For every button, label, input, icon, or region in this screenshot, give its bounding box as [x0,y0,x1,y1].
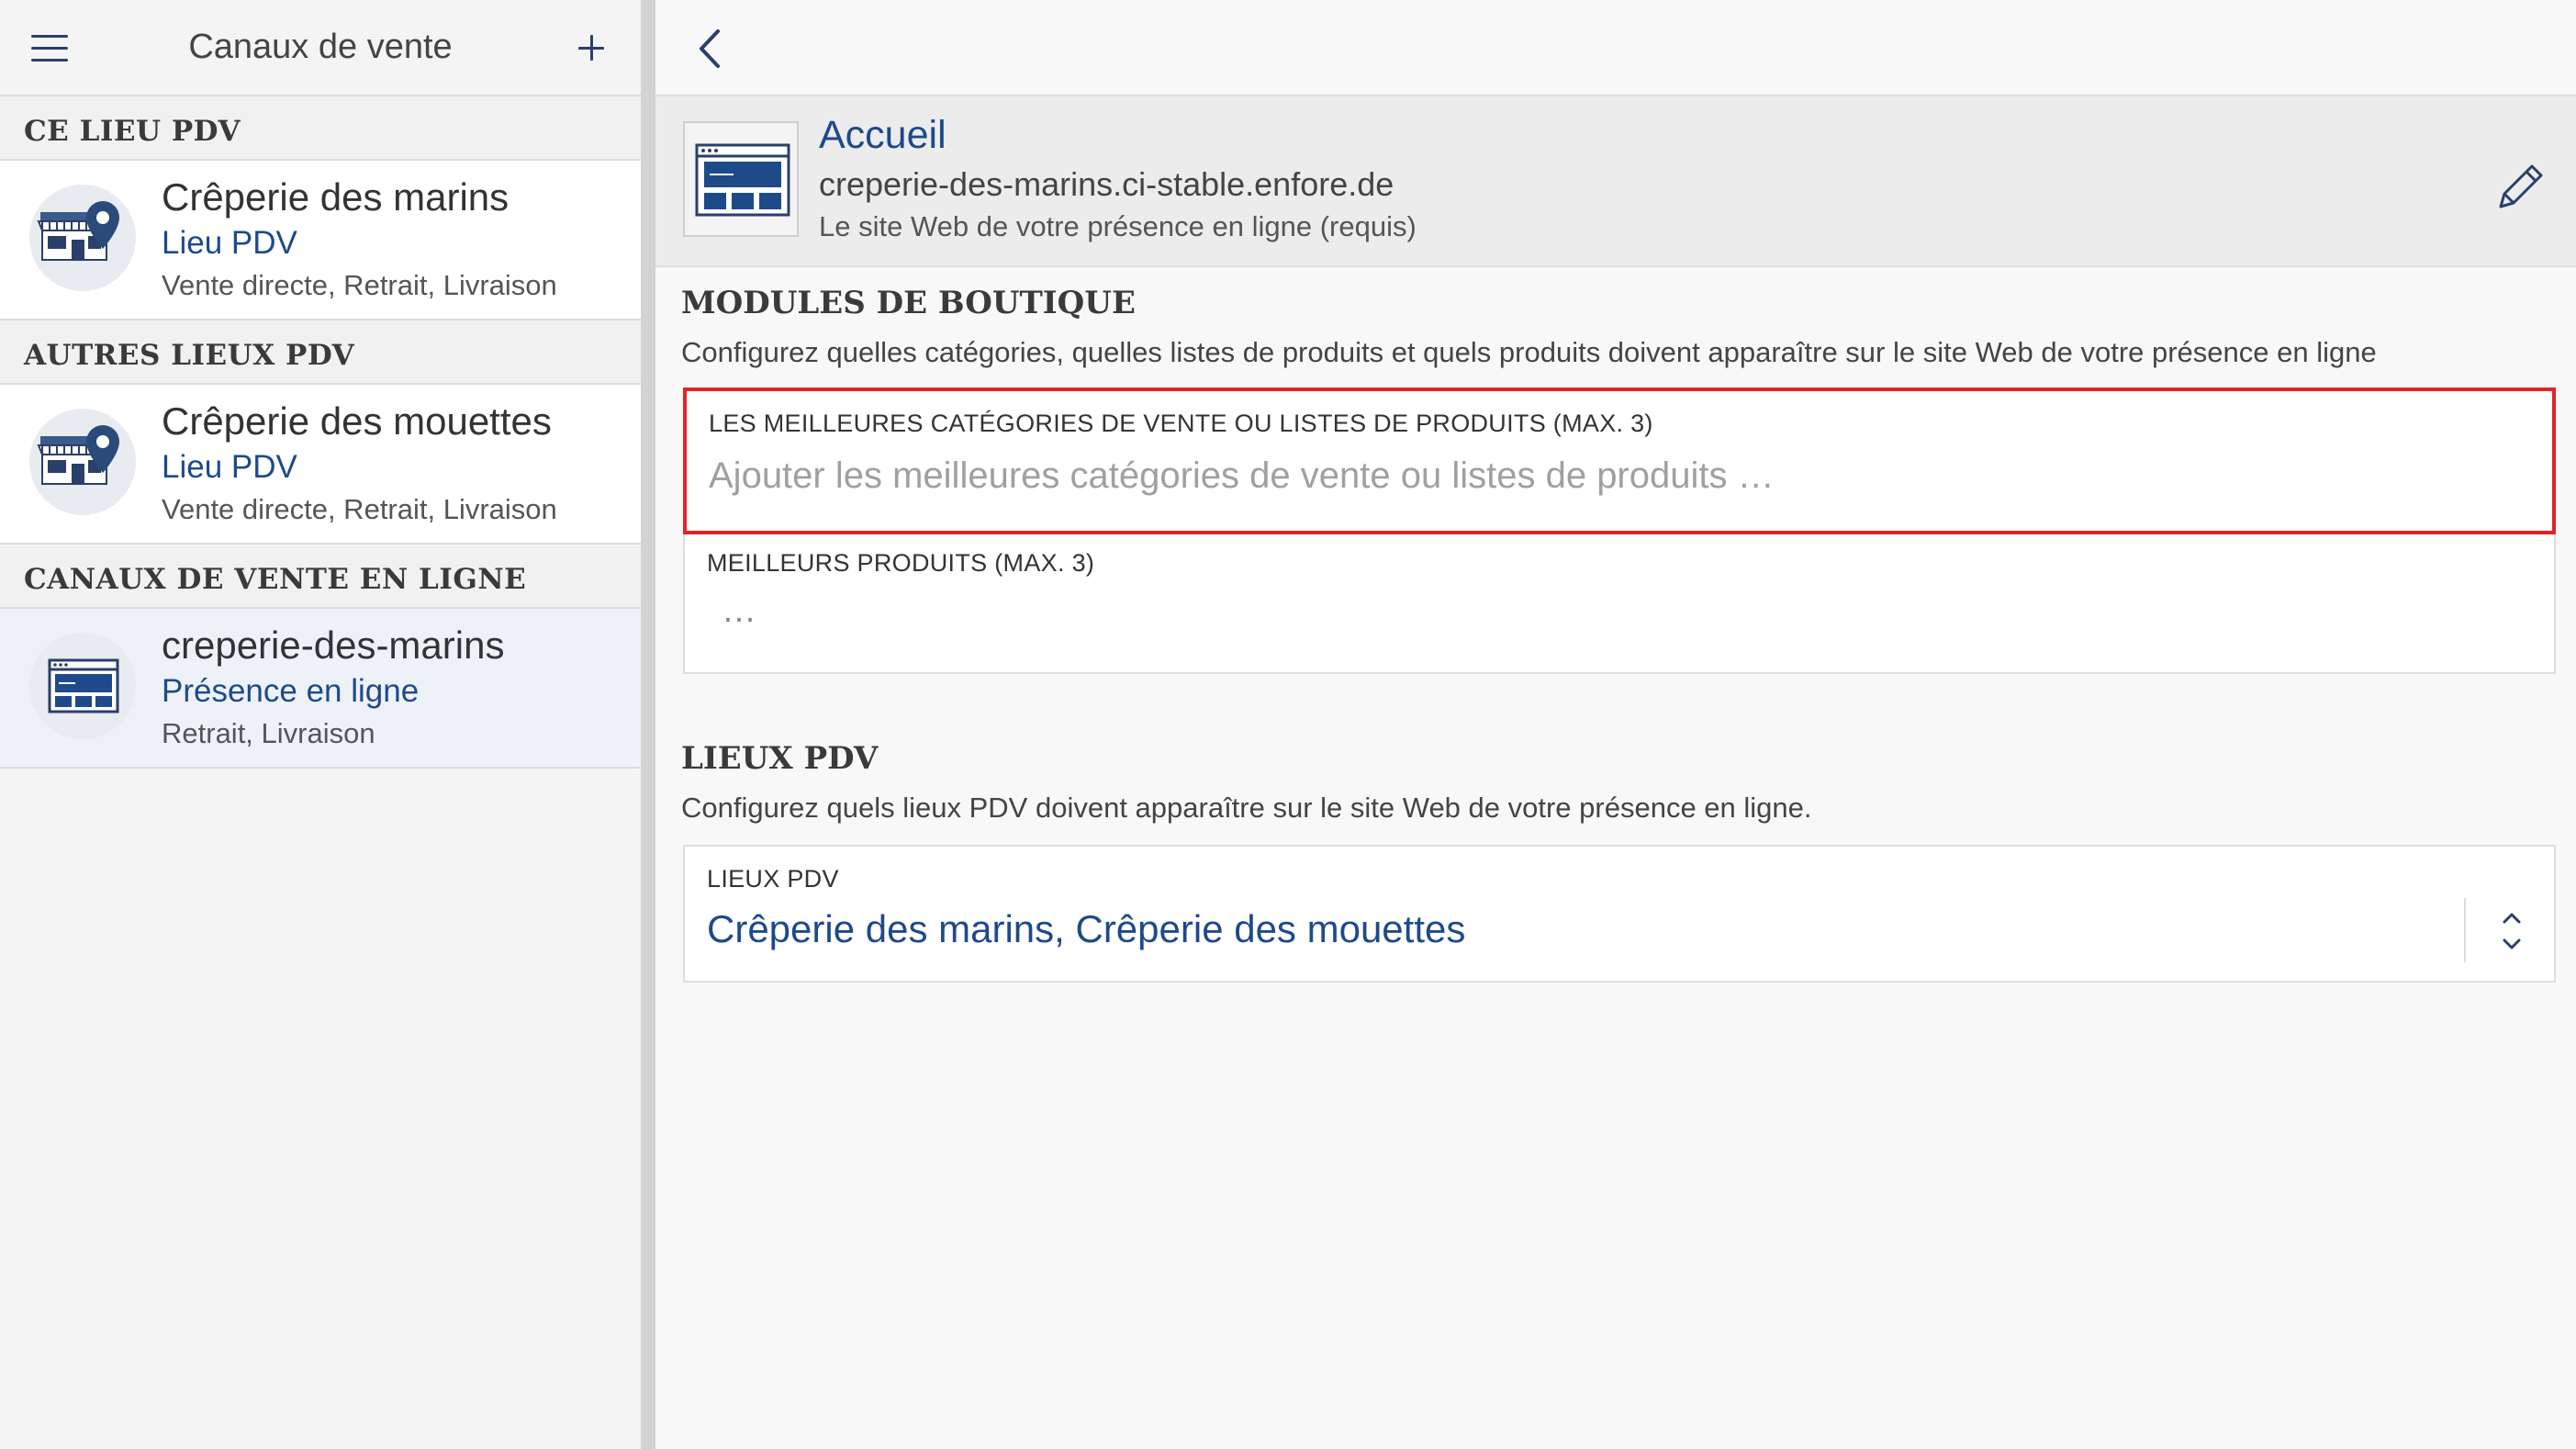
sidebar: Canaux de vente CE LIEU PDV Crêperie des… [0,0,641,1449]
channel-type: Présence en ligne [162,673,420,709]
back-chevron-icon[interactable] [692,26,729,72]
detail-header: Accueil creperie-des-marins.ci-stable.en… [655,96,2576,267]
top-categories-field[interactable]: LES MEILLEURES CATÉGORIES DE VENTE OU LI… [683,388,2556,534]
site-description: Le site Web de votre présence en ligne (… [819,210,1417,242]
add-channel-icon[interactable] [575,31,608,64]
pos-locations-heading: LIEUX PDV [681,740,879,777]
sidebar-title: Canaux de vente [188,28,453,66]
website-icon [683,121,799,237]
panel-divider[interactable] [641,0,655,1449]
section-heading-other-locations: AUTRES LIEUX PDV [0,320,641,385]
pos-locations-select[interactable]: LIEUX PDV Crêperie des marins, Crêperie … [683,845,2556,983]
channel-modes: Retrait, Livraison [162,717,375,749]
store-location-icon [29,185,136,291]
pos-locations-label: LIEUX PDV [707,865,839,893]
top-products-placeholder: … [722,591,756,630]
page-title: Accueil [819,113,946,157]
channel-item-creperie-des-marins[interactable]: Crêperie des marins Lieu PDV Vente direc… [0,161,641,320]
main-topbar [655,0,2576,96]
section-heading-online-channels: CANAUX DE VENTE EN LIGNE [0,545,641,609]
channel-modes: Vente directe, Retrait, Livraison [162,269,557,301]
channel-item-creperie-des-mouettes[interactable]: Crêperie des mouettes Lieu PDV Vente dir… [0,385,641,545]
section-heading-this-location: CE LIEU PDV [0,96,641,161]
channel-type: Lieu PDV [162,225,297,261]
select-separator [2464,898,2466,962]
channel-name: creperie-des-marins [162,623,505,667]
top-products-field[interactable]: MEILLEURS PRODUITS (MAX. 3) … [683,534,2556,674]
edit-pencil-icon[interactable] [2493,159,2548,214]
website-icon [29,633,136,739]
site-url: creperie-des-marins.ci-stable.enfore.de [819,165,1394,203]
chevron-up-down-icon[interactable] [2492,907,2532,955]
channel-modes: Vente directe, Retrait, Livraison [162,493,557,525]
top-categories-placeholder: Ajouter les meilleures catégories de ven… [709,455,1775,496]
shop-modules-heading: MODULES DE BOUTIQUE [681,285,1136,321]
channel-name: Crêperie des mouettes [162,399,552,443]
channel-type: Lieu PDV [162,449,297,485]
sidebar-header: Canaux de vente [0,0,641,96]
channel-item-creperie-des-marins-online[interactable]: creperie-des-marins Présence en ligne Re… [0,609,641,769]
main-panel: Accueil creperie-des-marins.ci-stable.en… [655,0,2576,1449]
top-products-label: MEILLEURS PRODUITS (MAX. 3) [707,549,1095,577]
shop-modules-description: Configurez quelles catégories, quelles l… [681,336,2377,368]
pos-locations-description: Configurez quels lieux PDV doivent appar… [681,792,1812,824]
channel-name: Crêperie des marins [162,175,510,219]
store-location-icon [29,409,136,515]
top-categories-label: LES MEILLEURES CATÉGORIES DE VENTE OU LI… [709,410,1653,437]
pos-locations-value: Crêperie des marins, Crêperie des mouett… [707,907,1466,950]
